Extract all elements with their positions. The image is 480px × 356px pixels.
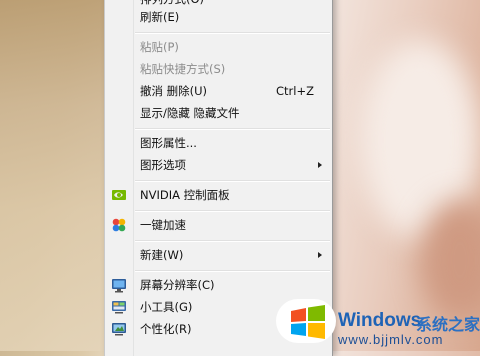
menu-item-label: 个性化(R)	[140, 322, 192, 336]
menu-separator	[135, 210, 330, 212]
menu-item-refresh[interactable]: 刷新(E)	[105, 6, 332, 28]
windows-logo-icon	[288, 303, 328, 341]
menu-item-paste-shortcut: 粘贴快捷方式(S)	[105, 58, 332, 80]
menu-item-graphics-properties[interactable]: 图形属性...	[105, 132, 332, 154]
menu-item-label: 一键加速	[140, 218, 186, 232]
menu-item-label: 撤消 删除(U)	[140, 84, 208, 98]
menu-separator	[135, 270, 330, 272]
watermark-brand: Windows	[338, 310, 422, 331]
menu-item-one-click-speedup[interactable]: 一键加速	[105, 214, 332, 236]
submenu-arrow-icon	[318, 252, 322, 258]
menu-item-label: 显示/隐藏 隐藏文件	[140, 106, 240, 120]
menu-item-undo-delete[interactable]: 撤消 删除(U) Ctrl+Z	[105, 80, 332, 102]
menu-item-label: 图形选项	[140, 158, 186, 172]
desktop-wallpaper-left	[0, 0, 110, 351]
personalize-icon	[111, 321, 127, 337]
menu-item-label: 刷新(E)	[140, 10, 180, 24]
speedup-icon	[111, 217, 127, 233]
nvidia-icon	[111, 187, 127, 203]
menu-item-new[interactable]: 新建(W)	[105, 244, 332, 266]
menu-item-label: 小工具(G)	[140, 300, 193, 314]
menu-item-label: 屏幕分辨率(C)	[140, 278, 215, 292]
watermark: Windows 系统之家 www.bjjmlv.com	[276, 296, 480, 351]
menu-item-shortcut: Ctrl+Z	[276, 84, 314, 98]
watermark-url: www.bjjmlv.com	[338, 332, 444, 347]
menu-separator	[135, 128, 330, 130]
menu-item-graphics-options[interactable]: 图形选项	[105, 154, 332, 176]
menu-item-screen-resolution[interactable]: 屏幕分辨率(C)	[105, 274, 332, 296]
gadgets-icon	[111, 299, 127, 315]
menu-item-paste: 粘贴(P)	[105, 36, 332, 58]
menu-separator	[135, 180, 330, 182]
menu-item-label: 图形属性...	[140, 136, 197, 150]
submenu-arrow-icon	[318, 162, 322, 168]
monitor-icon	[111, 277, 127, 293]
menu-item-label: 新建(W)	[140, 248, 184, 262]
menu-item-label: NVIDIA 控制面板	[140, 188, 230, 202]
menu-item-show-hidden-files[interactable]: 显示/隐藏 隐藏文件	[105, 102, 332, 124]
menu-item-label: 粘贴快捷方式(S)	[140, 62, 226, 76]
menu-separator	[135, 240, 330, 242]
menu-separator	[135, 32, 330, 34]
menu-item-nvidia-control-panel[interactable]: NVIDIA 控制面板	[105, 184, 332, 206]
menu-item-label: 粘贴(P)	[140, 40, 179, 54]
